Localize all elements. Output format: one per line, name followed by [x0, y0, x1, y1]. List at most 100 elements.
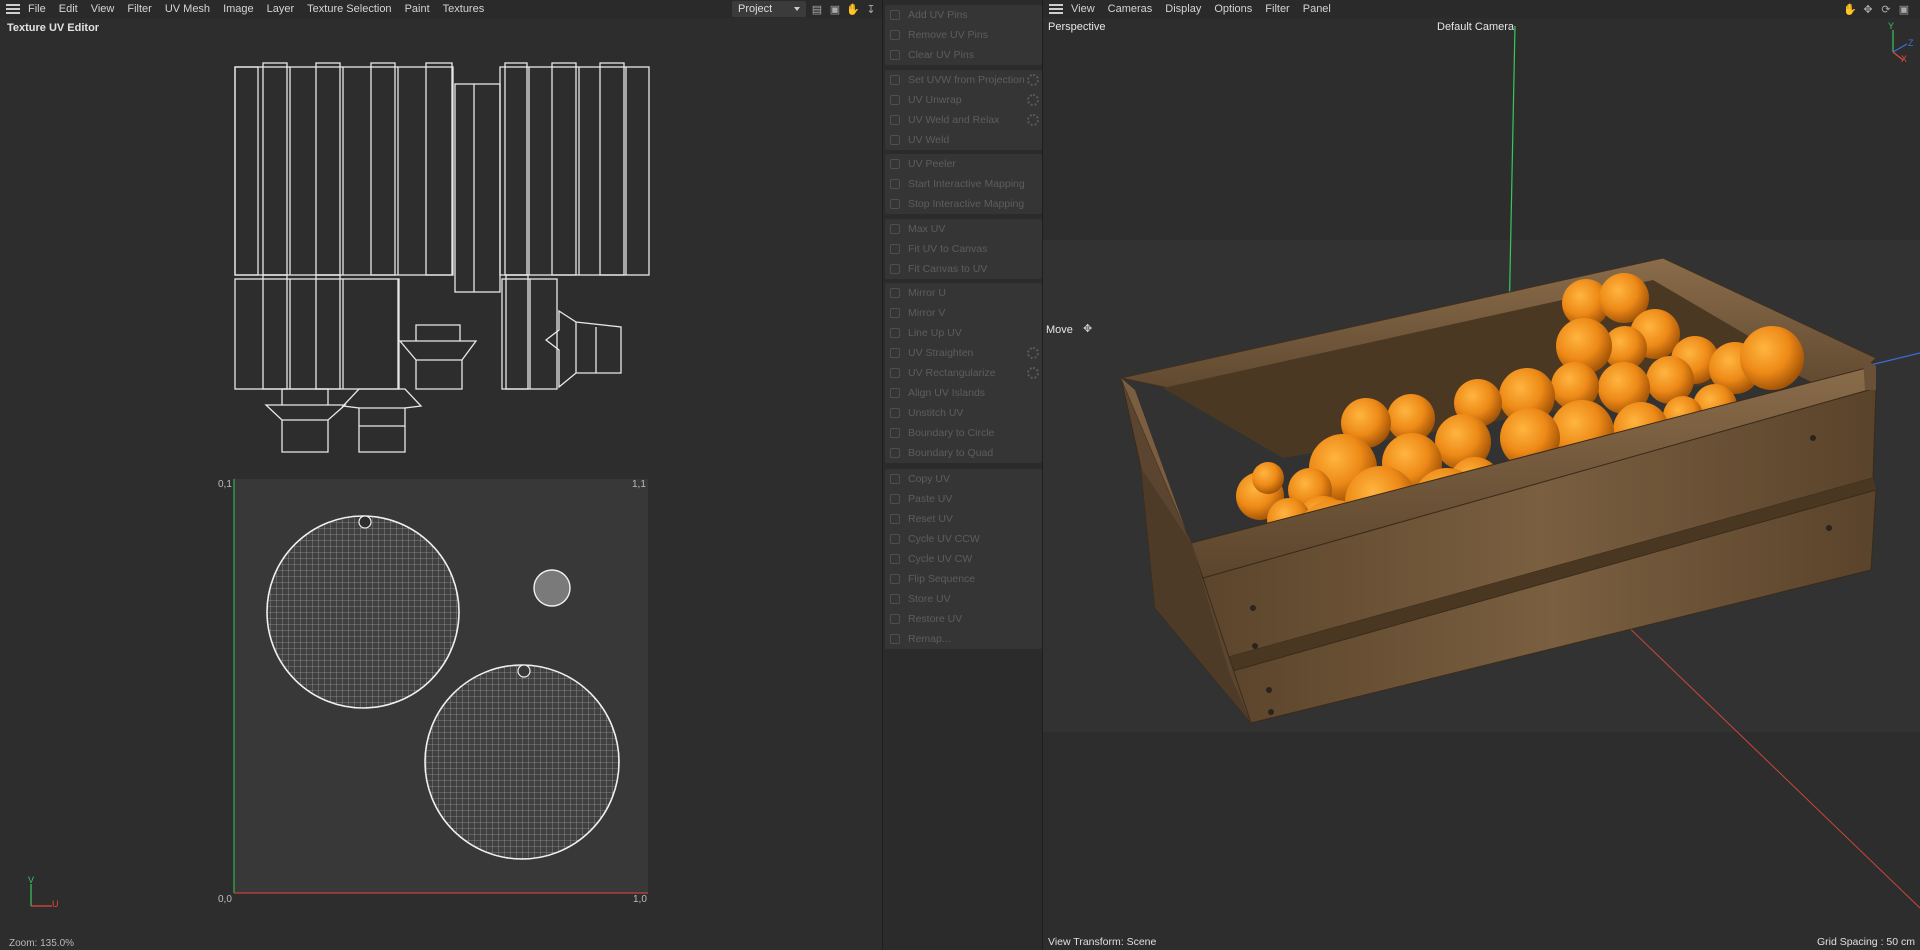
tool-clear-uv-pins-button[interactable]: Clear UV Pins	[885, 45, 1042, 65]
tool-label: Copy UV	[908, 473, 951, 485]
gear-icon[interactable]	[1027, 347, 1039, 359]
uv-menu-texture-selection[interactable]: Texture Selection	[307, 3, 391, 15]
tool-boundary-to-circle-button[interactable]: Boundary to Circle	[885, 423, 1042, 443]
viewport-menu-cameras[interactable]: Cameras	[1108, 3, 1153, 15]
maximize-icon[interactable]: ▣	[1897, 2, 1911, 16]
uv-menu-uv-mesh[interactable]: UV Mesh	[165, 3, 210, 15]
uv-corner-top-right: 1,1	[632, 479, 646, 490]
tool-cycle-uv-ccw-button[interactable]: Cycle UV CCW	[885, 529, 1042, 549]
uv-islands-small-boxes	[264, 309, 622, 453]
tool-remove-uv-pins-icon	[890, 30, 900, 40]
rotate-icon[interactable]: ⟳	[1879, 2, 1893, 16]
tool-fit-canvas-to-uv-icon	[890, 264, 900, 274]
tool-mirror-v-button[interactable]: Mirror V	[885, 303, 1042, 323]
uv-island-stem	[533, 569, 571, 607]
tool-fit-uv-to-canvas-button[interactable]: Fit UV to Canvas	[885, 239, 1042, 259]
viewport-panel: View Cameras Display Options Filter Pane…	[1043, 0, 1920, 950]
tool-remap-button[interactable]: Remap...	[885, 629, 1042, 649]
move-icon[interactable]: ✥	[1861, 2, 1875, 16]
hand-pan-icon[interactable]: ✋	[1843, 2, 1857, 16]
tool-uv-peeler-button[interactable]: UV Peeler	[885, 154, 1042, 174]
uv-menu-view[interactable]: View	[91, 3, 115, 15]
chevron-down-icon	[794, 7, 800, 11]
uv-menu-paint[interactable]: Paint	[405, 3, 430, 15]
tool-reset-uv-icon	[890, 514, 900, 524]
uv-canvas[interactable]	[0, 30, 882, 940]
viewport-scene	[1043, 25, 1920, 909]
tool-uv-unwrap-button[interactable]: UV Unwrap	[885, 90, 1042, 110]
3d-viewport[interactable]: Perspective Default Camera Move ✥ Y Z X …	[1043, 18, 1920, 950]
tool-label: Line Up UV	[908, 327, 962, 339]
tool-start-interactive-mapping-button[interactable]: Start Interactive Mapping	[885, 174, 1042, 194]
project-dropdown-value: Project	[738, 3, 773, 15]
tool-cycle-uv-cw-button[interactable]: Cycle UV CW	[885, 549, 1042, 569]
uv-corner-top-left: 0,1	[218, 479, 232, 490]
tool-uv-straighten-button[interactable]: UV Straighten	[885, 343, 1042, 363]
uv-menu-file[interactable]: File	[28, 3, 46, 15]
tool-line-up-uv-icon	[890, 328, 900, 338]
tool-paste-uv-button[interactable]: Paste UV	[885, 489, 1042, 509]
gear-icon[interactable]	[1027, 94, 1039, 106]
tool-reset-uv-button[interactable]: Reset UV	[885, 509, 1042, 529]
tool-store-uv-button[interactable]: Store UV	[885, 589, 1042, 609]
tool-align-uv-islands-button[interactable]: Align UV Islands	[885, 383, 1042, 403]
tool-max-uv-button[interactable]: Max UV	[885, 219, 1042, 239]
viewport-projection-label[interactable]: Perspective	[1048, 21, 1105, 33]
tool-uv-rectangularize-icon	[890, 368, 900, 378]
move-down-icon[interactable]: ↧	[864, 2, 878, 16]
tool-group: UV Peeler Start Interactive Mapping Stop I…	[885, 154, 1042, 214]
tool-flip-sequence-button[interactable]: Flip Sequence	[885, 569, 1042, 589]
viewport-tool-label: Move	[1046, 324, 1073, 336]
tool-unstitch-uv-button[interactable]: Unstitch UV	[885, 403, 1042, 423]
uv-hamburger-menu-icon[interactable]	[6, 4, 20, 14]
hand-pan-icon[interactable]: ✋	[846, 2, 860, 16]
app-window: File Edit View Filter UV Mesh Image Laye…	[0, 0, 1920, 950]
gear-icon[interactable]	[1027, 74, 1039, 86]
viewport-camera-label[interactable]: Default Camera	[1437, 21, 1514, 33]
tool-label: Flip Sequence	[908, 573, 976, 585]
tool-group: Add UV Pins Remove UV Pins Clear UV Pins	[885, 5, 1042, 65]
move-icon: ✥	[1083, 323, 1093, 335]
tool-label: UV Peeler	[908, 158, 956, 170]
tool-uv-rectangularize-button[interactable]: UV Rectangularize	[885, 363, 1042, 383]
tool-uv-weld-and-relax-button[interactable]: UV Weld and Relax	[885, 110, 1042, 130]
uv-menu-filter[interactable]: Filter	[127, 3, 151, 15]
gear-icon[interactable]	[1027, 367, 1039, 379]
tool-copy-uv-button[interactable]: Copy UV	[885, 469, 1042, 489]
tool-remove-uv-pins-button[interactable]: Remove UV Pins	[885, 25, 1042, 45]
tool-label: UV Straighten	[908, 347, 974, 359]
uv-menu-textures[interactable]: Textures	[443, 3, 485, 15]
uv-menu-edit[interactable]: Edit	[59, 3, 78, 15]
tool-unstitch-uv-icon	[890, 408, 900, 418]
tool-mirror-u-button[interactable]: Mirror U	[885, 283, 1042, 303]
viewport-menu-view[interactable]: View	[1071, 3, 1095, 15]
gear-icon[interactable]	[1027, 114, 1039, 126]
tool-boundary-to-circle-icon	[890, 428, 900, 438]
viewport-menu-options[interactable]: Options	[1214, 3, 1252, 15]
tool-fit-uv-to-canvas-icon	[890, 244, 900, 254]
tool-fit-canvas-to-uv-button[interactable]: Fit Canvas to UV	[885, 259, 1042, 279]
viewport-menu-display[interactable]: Display	[1165, 3, 1201, 15]
tool-add-uv-pins-button[interactable]: Add UV Pins	[885, 5, 1042, 25]
tool-set-uvw-from-projection-button[interactable]: Set UVW from Projection	[885, 70, 1042, 90]
tool-boundary-to-quad-button[interactable]: Boundary to Quad	[885, 443, 1042, 463]
tool-uv-weld-button[interactable]: UV Weld	[885, 130, 1042, 150]
gizmo-y-label: Y	[1888, 21, 1895, 31]
viewport-hamburger-menu-icon[interactable]	[1049, 4, 1063, 14]
tool-restore-uv-button[interactable]: Restore UV	[885, 609, 1042, 629]
tool-stop-interactive-mapping-icon	[890, 199, 900, 209]
tool-uv-straighten-icon	[890, 348, 900, 358]
uv-menu-image[interactable]: Image	[223, 3, 254, 15]
tool-align-uv-islands-icon	[890, 388, 900, 398]
uv-menu-layer[interactable]: Layer	[267, 3, 295, 15]
histogram-icon[interactable]: ▤	[810, 2, 824, 16]
tool-line-up-uv-button[interactable]: Line Up UV	[885, 323, 1042, 343]
tool-uv-weld-and-relax-icon	[890, 115, 900, 125]
project-dropdown[interactable]: Project	[732, 1, 806, 17]
viewport-menu-filter[interactable]: Filter	[1265, 3, 1289, 15]
viewport-header-icons: ✋ ✥ ⟳ ▣	[1843, 2, 1911, 16]
lock-icon[interactable]: ▣	[828, 2, 842, 16]
tool-stop-interactive-mapping-button[interactable]: Stop Interactive Mapping	[885, 194, 1042, 214]
gizmo-z-label: Z	[1908, 38, 1914, 48]
viewport-menu-panel[interactable]: Panel	[1303, 3, 1331, 15]
